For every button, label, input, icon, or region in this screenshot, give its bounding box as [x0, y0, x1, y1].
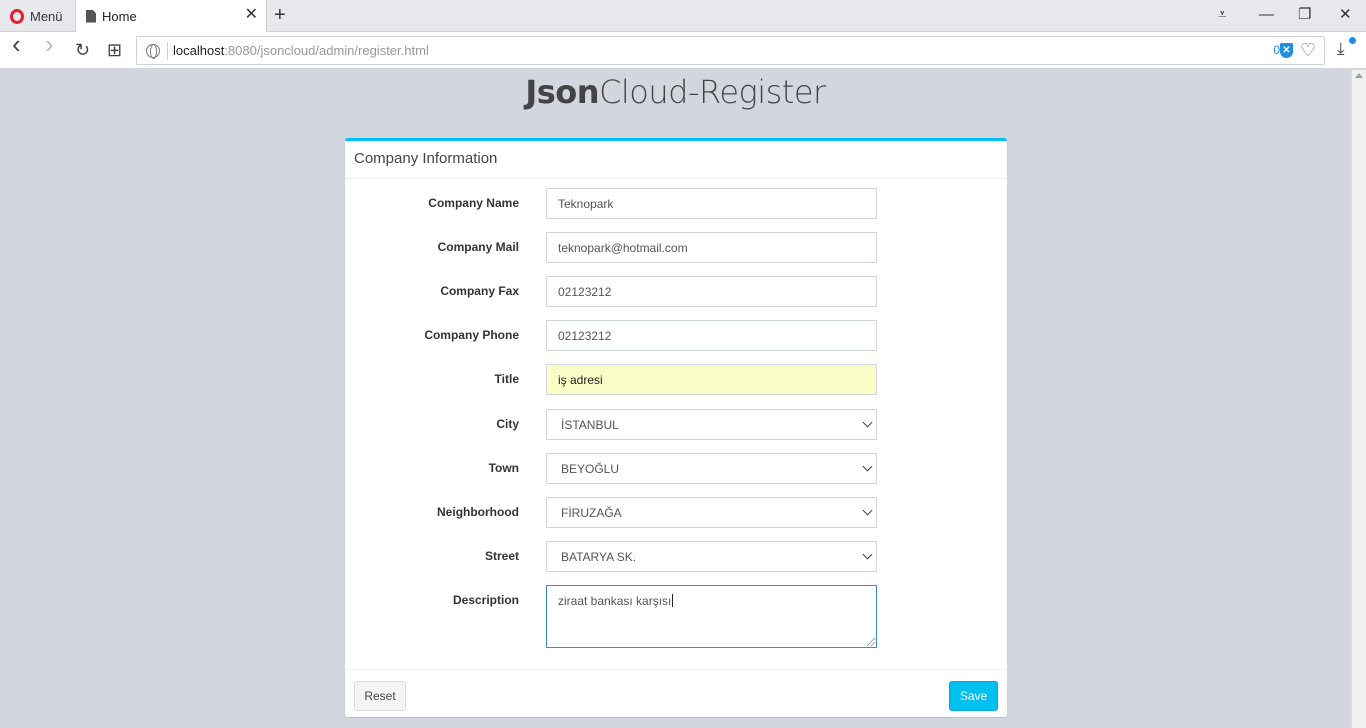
vertical-scrollbar[interactable]: [1351, 70, 1366, 728]
street-select[interactable]: BATARYA SK.: [546, 541, 877, 572]
back-icon[interactable]: ‹: [12, 31, 21, 57]
resize-grip-icon[interactable]: [867, 638, 875, 646]
title-label: Title: [494, 372, 519, 386]
url-text[interactable]: localhost:8080/jsoncloud/admin/register.…: [173, 43, 429, 58]
description-value: ziraat bankası karşısı: [558, 594, 672, 608]
form-row-city: City İSTANBUL: [345, 409, 1007, 440]
town-select[interactable]: BEYOĞLU: [546, 453, 877, 484]
box-footer: Reset Save: [345, 669, 1007, 717]
title-input[interactable]: iş adresi: [546, 364, 877, 395]
document-icon: [86, 9, 96, 23]
description-textarea[interactable]: ziraat bankası karşısı: [546, 585, 877, 648]
company-mail-input[interactable]: teknopark@hotmail.com: [546, 232, 877, 263]
form-row-description: Description ziraat bankası karşısı: [345, 585, 1007, 648]
easy-setup-icon[interactable]: ⩡: [1218, 6, 1226, 24]
chevron-down-icon: [862, 549, 873, 560]
url-field[interactable]: localhost:8080/jsoncloud/admin/register.…: [136, 36, 1325, 65]
reset-button[interactable]: Reset: [354, 681, 406, 711]
page-title-bold: Json: [525, 73, 600, 111]
text-caret: [672, 594, 674, 607]
company-fax-label: Company Fax: [440, 284, 519, 298]
company-info-box: Company Information Company Name Teknopa…: [345, 138, 1007, 717]
url-host: localhost: [173, 43, 225, 58]
form-row-company-mail: Company Mail teknopark@hotmail.com: [345, 232, 1007, 263]
company-fax-input[interactable]: 02123212: [546, 276, 877, 307]
globe-icon: [146, 44, 160, 59]
chevron-down-icon: [862, 461, 873, 472]
bookmark-heart-icon[interactable]: ♡: [1300, 40, 1316, 60]
new-tab-button[interactable]: +: [274, 4, 286, 26]
save-button[interactable]: Save: [949, 681, 998, 711]
description-label: Description: [452, 593, 519, 607]
opera-menu-button[interactable]: Menü: [0, 0, 74, 32]
tab-close-icon[interactable]: ✕: [245, 7, 258, 23]
street-select-value: BATARYA SK.: [561, 550, 637, 564]
url-separator: [167, 42, 168, 60]
company-name-input[interactable]: Teknopark: [546, 188, 877, 219]
chevron-down-icon: [862, 417, 873, 428]
tab-title: Home: [102, 8, 137, 24]
city-select[interactable]: İSTANBUL: [546, 409, 877, 440]
reload-icon[interactable]: ↻: [75, 40, 90, 60]
minimize-button[interactable]: —: [1259, 6, 1274, 24]
scroll-up-arrow-icon[interactable]: [1355, 73, 1363, 78]
opera-menu-label: Menü: [30, 8, 63, 24]
page-title-rest: Cloud-Register: [599, 73, 826, 111]
box-header: Company Information: [345, 141, 1007, 179]
neighborhood-label: Neighborhood: [437, 505, 519, 519]
form-row-company-name: Company Name Teknopark: [345, 188, 1007, 219]
speed-dial-icon[interactable]: ⊞: [107, 40, 122, 60]
close-window-button[interactable]: ✕: [1339, 6, 1352, 24]
form-row-neighborhood: Neighborhood FİRUZAĞA: [345, 497, 1007, 528]
form-row-company-phone: Company Phone 02123212: [345, 320, 1007, 351]
browser-tab-home[interactable]: Home ✕: [75, 0, 267, 32]
company-mail-label: Company Mail: [437, 240, 519, 254]
browser-tab-bar: Menü Home ✕ + ⩡ — ❐ ✕: [0, 0, 1366, 32]
page-title: JsonCloud-Register: [0, 73, 1351, 111]
form-row-company-fax: Company Fax 02123212: [345, 276, 1007, 307]
neighborhood-select-value: FİRUZAĞA: [561, 506, 622, 520]
town-select-value: BEYOĞLU: [561, 462, 620, 476]
adblock-shield-icon[interactable]: ✕: [1280, 43, 1293, 58]
city-select-value: İSTANBUL: [561, 418, 619, 432]
form-row-street: Street BATARYA SK.: [345, 541, 1007, 572]
town-label: Town: [488, 461, 519, 475]
forward-icon[interactable]: ›: [45, 31, 54, 57]
form-row-town: Town BEYOĞLU: [345, 453, 1007, 484]
neighborhood-select[interactable]: FİRUZAĞA: [546, 497, 877, 528]
city-label: City: [496, 417, 519, 431]
browser-address-bar: ‹ › ↻ ⊞ localhost:8080/jsoncloud/admin/r…: [0, 31, 1366, 69]
street-label: Street: [484, 549, 519, 563]
url-path: :8080/jsoncloud/admin/register.html: [224, 43, 429, 58]
opera-logo-icon: [10, 8, 24, 24]
download-notification-dot: [1349, 37, 1356, 44]
company-phone-label: Company Phone: [424, 328, 519, 342]
chevron-down-icon: [862, 505, 873, 516]
form-row-title: Title iş adresi: [345, 364, 1007, 395]
company-name-label: Company Name: [428, 196, 519, 210]
tracker-count: 0: [1273, 43, 1280, 57]
company-phone-input[interactable]: 02123212: [546, 320, 877, 351]
download-icon[interactable]: ⤓: [1337, 39, 1345, 59]
restore-button[interactable]: ❐: [1298, 6, 1311, 24]
